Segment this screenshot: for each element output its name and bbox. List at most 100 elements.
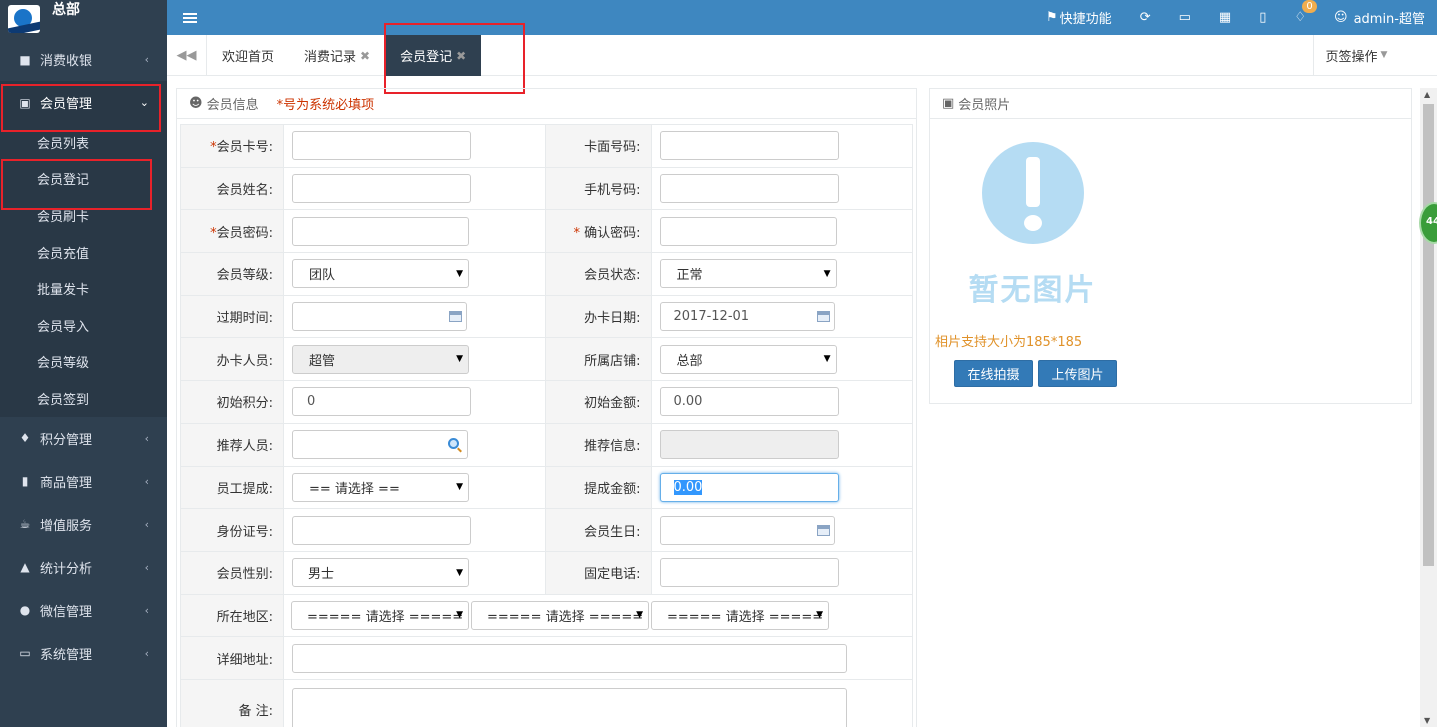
brand-name: 总部 bbox=[52, 2, 80, 18]
monitor-icon: ▭ bbox=[1178, 10, 1191, 25]
label-issue-date: 办卡日期: bbox=[584, 311, 641, 327]
caret-down-icon: ▼ bbox=[823, 268, 831, 279]
address-input[interactable] bbox=[292, 643, 847, 673]
qrcode-button[interactable]: ▦ bbox=[1219, 10, 1231, 25]
init-points-input[interactable]: 0 bbox=[292, 387, 471, 417]
mobile-icon: ▯ bbox=[1259, 10, 1267, 25]
calendar-icon[interactable] bbox=[816, 311, 830, 323]
sidebar-item-statistics[interactable]: ▲ 统计分析 ‹ bbox=[0, 546, 167, 589]
caret-down-icon: ▼ bbox=[456, 268, 463, 279]
label-card-no: 会员卡号: bbox=[216, 140, 273, 156]
level-value: 团队 bbox=[309, 268, 336, 284]
submenu-item-member-swipe[interactable]: 会员刷卡 bbox=[0, 197, 167, 234]
confirm-password-input[interactable] bbox=[659, 216, 837, 246]
province-value: ===== 请选择 ===== bbox=[307, 609, 464, 625]
menu-toggle-icon[interactable] bbox=[183, 11, 197, 25]
quick-functions-label: 快捷功能 bbox=[1059, 12, 1112, 27]
level-select[interactable]: 团队 ▼ bbox=[292, 259, 469, 289]
tab-member-register[interactable]: 会员登记 ✖ bbox=[385, 35, 482, 76]
status-select[interactable]: 正常 ▼ bbox=[659, 259, 837, 289]
sidebar-item-points[interactable]: ♦ 积分管理 ‹ bbox=[0, 417, 167, 460]
birthday-input[interactable] bbox=[659, 515, 835, 545]
referrer-input[interactable] bbox=[292, 430, 468, 460]
user-menu[interactable]: ☺ admin-超管 bbox=[1334, 8, 1425, 27]
issuer-select[interactable]: 超管 ▼ bbox=[292, 344, 469, 374]
tel-input[interactable] bbox=[659, 558, 839, 588]
chevron-left-icon: ‹ bbox=[144, 560, 149, 574]
referrer-info-input bbox=[659, 430, 839, 460]
label-address: 详细地址: bbox=[216, 652, 273, 668]
scroll-down-icon[interactable]: ▼ bbox=[1424, 716, 1430, 725]
label-face-no: 卡面号码: bbox=[584, 140, 641, 156]
double-left-icon: ◀◀ bbox=[176, 47, 197, 63]
mobile-button[interactable]: ▯ bbox=[1259, 10, 1266, 25]
face-no-input[interactable] bbox=[659, 131, 839, 161]
chart-icon: ▲ bbox=[20, 560, 30, 575]
tab-consumption-records[interactable]: 消费记录 ✖ bbox=[289, 35, 385, 76]
refresh-button[interactable]: ⟳ bbox=[1140, 10, 1151, 25]
submenu-item-member-level[interactable]: 会员等级 bbox=[0, 344, 167, 381]
tab-bar: ◀◀ 欢迎首页 消费记录 ✖ 会员登记 ✖ 页签操作 ▼ bbox=[167, 35, 1437, 76]
scroll-up-icon[interactable]: ▲ bbox=[1424, 90, 1430, 99]
capture-online-button[interactable]: 在线拍摄 bbox=[954, 360, 1033, 387]
sidebar-item-consumption[interactable]: ■ 消费收银 ‹ bbox=[0, 38, 167, 81]
remark-textarea[interactable] bbox=[292, 688, 847, 727]
scroll-thumb[interactable] bbox=[1423, 104, 1434, 566]
store-select[interactable]: 总部 ▼ bbox=[659, 344, 837, 374]
calendar-icon[interactable] bbox=[449, 311, 462, 323]
label-id-no: 身份证号: bbox=[216, 524, 273, 540]
label-remark: 备 注: bbox=[238, 703, 273, 719]
submenu-item-batch-issue[interactable]: 批量发卡 bbox=[0, 270, 167, 307]
logo bbox=[8, 5, 40, 33]
close-icon[interactable]: ✖ bbox=[456, 49, 466, 63]
caret-down-icon: ▼ bbox=[1380, 50, 1388, 60]
calendar-icon[interactable] bbox=[816, 524, 830, 536]
chevron-left-icon: ‹ bbox=[144, 474, 149, 488]
init-amount-input[interactable]: 0.00 bbox=[659, 387, 839, 417]
desktop-icon: ▭ bbox=[19, 646, 31, 661]
submenu-item-member-checkin[interactable]: 会员签到 bbox=[0, 380, 167, 417]
sidebar-item-system[interactable]: ▭ 系统管理 ‹ bbox=[0, 632, 167, 675]
caret-down-icon: ▼ bbox=[456, 610, 463, 621]
phone-input[interactable] bbox=[659, 174, 839, 204]
vertical-scrollbar[interactable]: ▲ ▼ bbox=[1420, 88, 1437, 727]
expire-date-input[interactable] bbox=[292, 302, 467, 332]
bell-icon: ♢ bbox=[1294, 10, 1306, 25]
user-name: admin-超管 bbox=[1353, 12, 1425, 27]
issue-date-input[interactable]: 2017-12-01 bbox=[659, 302, 835, 332]
submenu-item-member-list[interactable]: 会员列表 bbox=[0, 124, 167, 161]
submenu-item-member-import[interactable]: 会员导入 bbox=[0, 307, 167, 344]
sidebar-item-label: 增值服务 bbox=[40, 518, 93, 534]
sidebar-item-wechat[interactable]: ● 微信管理 ‹ bbox=[0, 589, 167, 632]
chevron-left-icon: ‹ bbox=[144, 603, 149, 617]
name-input[interactable] bbox=[292, 174, 471, 204]
gender-select[interactable]: 男士 ▼ bbox=[292, 558, 469, 588]
close-icon[interactable]: ✖ bbox=[360, 49, 370, 63]
search-icon[interactable] bbox=[448, 438, 459, 450]
commission-amount-input[interactable]: 0.00 bbox=[659, 472, 839, 502]
city-select[interactable]: ===== 请选择 ===== ▼ bbox=[471, 600, 649, 630]
sidebar-item-label: 统计分析 bbox=[40, 561, 93, 577]
commission-select[interactable]: == 请选择 == ▼ bbox=[292, 472, 469, 502]
password-input[interactable] bbox=[292, 216, 469, 246]
quick-functions-button[interactable]: ⚑ 快捷功能 bbox=[1046, 8, 1112, 27]
required-star: * bbox=[573, 225, 580, 241]
caret-down-icon: ▼ bbox=[636, 610, 643, 621]
label-init-points: 初始积分: bbox=[216, 396, 273, 412]
tab-operations-dropdown[interactable]: 页签操作 ▼ bbox=[1313, 35, 1399, 75]
refresh-icon: ⟳ bbox=[1139, 10, 1151, 25]
sidebar-item-members[interactable]: ▣ 会员管理 ⌄ bbox=[0, 81, 167, 124]
id-no-input[interactable] bbox=[292, 515, 471, 545]
sidebar-item-value-added[interactable]: ☕ 增值服务 ‹ bbox=[0, 503, 167, 546]
province-select[interactable]: ===== 请选择 ===== ▼ bbox=[291, 600, 469, 630]
notifications-button[interactable]: ♢ 0 bbox=[1294, 0, 1317, 25]
tab-scroll-left-button[interactable]: ◀◀ bbox=[167, 35, 207, 75]
sidebar-item-goods[interactable]: ▮ 商品管理 ‹ bbox=[0, 460, 167, 503]
card-no-input[interactable] bbox=[292, 131, 471, 161]
upload-image-button[interactable]: 上传图片 bbox=[1038, 360, 1117, 387]
submenu-item-member-recharge[interactable]: 会员充值 bbox=[0, 234, 167, 271]
desktop-button[interactable]: ▭ bbox=[1179, 10, 1191, 25]
tab-welcome[interactable]: 欢迎首页 bbox=[207, 35, 289, 76]
district-select[interactable]: ===== 请选择 ===== ▼ bbox=[651, 600, 829, 630]
submenu-item-member-register[interactable]: 会员登记 bbox=[0, 161, 167, 198]
